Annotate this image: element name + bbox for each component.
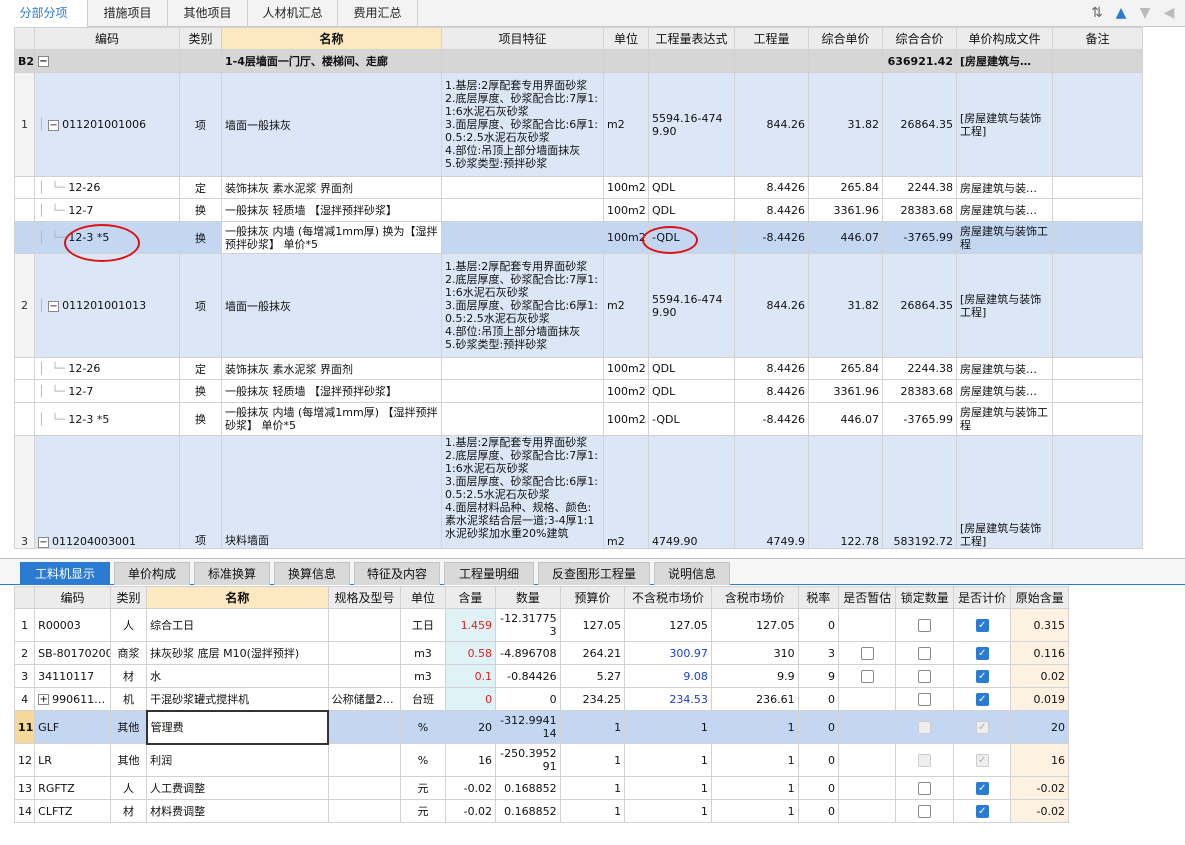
col-code[interactable]: 编码 <box>34 27 180 50</box>
tab-biaozhun[interactable]: 标准换算 <box>194 562 270 585</box>
fenbu-grid: 编码 类别 名称 项目特征 单位 工程量表达式 工程量 综合单价 综合合价 单价… <box>14 27 1143 549</box>
table-row[interactable]: 1 R00003 人 综合工日 工日 1.459 -12.317753 127.… <box>13 608 1069 642</box>
table-row[interactable]: 13 RGFTZ 人 人工费调整 元 -0.02 0.168852 1 1 1 … <box>13 776 1069 800</box>
tab-qita[interactable]: 其他项目 <box>168 0 248 27</box>
group-name: 1-4层墙面一门厅、楼梯间、走廊 <box>221 49 442 73</box>
tab-huansuan[interactable]: 换算信息 <box>274 562 350 585</box>
count-price-checkbox[interactable]: ✓ <box>975 781 989 795</box>
table-row[interactable]: 14 CLFTZ 材 材料费调整 元 -0.02 0.168852 1 1 1 … <box>13 799 1069 823</box>
lock-qty-checkbox[interactable] <box>918 669 932 683</box>
move-left-icon[interactable]: ◀ <box>1160 4 1178 22</box>
red-circle-annotation <box>642 226 698 254</box>
grid-header: 编码 类别 名称 规格及型号 单位 含量 数量 预算价 不含税市场价 含税市场价… <box>13 586 1069 609</box>
count-price-checkbox[interactable]: ✓ <box>975 669 989 683</box>
collapse-icon[interactable]: − <box>38 56 49 67</box>
grid-header: 编码 类别 名称 项目特征 单位 工程量表达式 工程量 综合单价 综合合价 单价… <box>14 27 1143 50</box>
count-price-checkbox[interactable]: ✓ <box>975 646 989 660</box>
provisional-checkbox[interactable] <box>860 669 874 683</box>
lock-qty-checkbox[interactable] <box>918 618 932 632</box>
col-total[interactable]: 综合合价 <box>882 27 957 50</box>
col-type[interactable]: 类别 <box>179 27 222 50</box>
col-remark[interactable]: 备注 <box>1052 27 1143 50</box>
table-row-selected[interactable]: │ └─ 12-3 *5 换 一般抹灰 内墙 (每增减1mm厚) 换为【湿拌预拌… <box>14 221 1143 254</box>
table-row[interactable]: 2 │ −011201001013 项 墙面一般抹灰 1.基层:2厚配套专用界面… <box>14 253 1143 358</box>
col-file[interactable]: 单价构成文件 <box>956 27 1053 50</box>
tab-fancha[interactable]: 反查图形工程量 <box>538 562 650 585</box>
tab-feiyong[interactable]: 费用汇总 <box>338 0 418 27</box>
tab-tezheng[interactable]: 特征及内容 <box>354 562 440 585</box>
tab-fenbu[interactable]: 分部分项 <box>0 0 88 27</box>
collapse-icon[interactable]: − <box>38 536 49 548</box>
col-name[interactable]: 名称 <box>221 27 442 50</box>
table-row[interactable]: │ └─ 12-3 *5 换 一般抹灰 内墙 (每增减1mm厚) 【湿拌预拌砂浆… <box>14 402 1143 436</box>
tab-gongchengliang[interactable]: 工程量明细 <box>444 562 534 585</box>
table-row[interactable]: │ └─ 12-26 定 装饰抹灰 素水泥浆 界面剂 100m2 QDL 8.4… <box>14 357 1143 380</box>
move-down-icon[interactable]: ▼ <box>1136 4 1154 22</box>
count-price-checkbox: ✓ <box>975 720 989 734</box>
detail-tab-bar: 工料机显示 单价构成 标准换算 换算信息 特征及内容 工程量明细 反查图形工程量… <box>0 558 1185 585</box>
table-row[interactable]: 3 −011204003001 项 块料墙面 1.基层:2厚配套专用界面砂浆 2… <box>14 435 1143 549</box>
table-row[interactable]: 2 SB-80170200 商浆 抹灰砂浆 底层 M10(湿拌预拌) m3 0.… <box>13 641 1069 665</box>
count-price-checkbox[interactable]: ✓ <box>975 618 989 632</box>
col-unit[interactable]: 单位 <box>603 27 649 50</box>
expand-icon[interactable]: + <box>38 694 50 705</box>
red-circle-annotation <box>64 224 140 262</box>
table-row[interactable]: │ └─ 12-26 定 装饰抹灰 素水泥浆 界面剂 100m2 QDL 8.4… <box>14 176 1143 199</box>
count-price-checkbox: ✓ <box>975 753 989 767</box>
tab-danjia[interactable]: 单价构成 <box>114 562 190 585</box>
table-row[interactable]: │ └─ 12-7 换 一般抹灰 轻质墙 【湿拌预拌砂浆】 100m2 QDL … <box>14 198 1143 222</box>
tab-rencaiji[interactable]: 人材机汇总 <box>248 0 338 27</box>
provisional-checkbox[interactable] <box>860 646 874 660</box>
count-price-checkbox[interactable]: ✓ <box>975 692 989 706</box>
gongliaoji-grid: 编码 类别 名称 规格及型号 单位 含量 数量 预算价 不含税市场价 含税市场价… <box>13 586 1069 823</box>
table-row-selected[interactable]: 11 GLF 其他 管理费 % 20 -312.994114 1 1 1 0 ✓… <box>13 709 1069 745</box>
tab-cuoshi[interactable]: 措施项目 <box>88 0 168 27</box>
lock-qty-checkbox[interactable] <box>918 692 932 706</box>
collapse-icon[interactable]: − <box>48 119 60 131</box>
table-row[interactable]: 12 LR 其他 利润 % 16 -250.395291 1 1 1 0 ✓ 1… <box>13 743 1069 777</box>
col-expr[interactable]: 工程量表达式 <box>648 27 735 50</box>
count-price-checkbox[interactable]: ✓ <box>975 804 989 818</box>
col-price[interactable]: 综合单价 <box>808 27 883 50</box>
table-row[interactable]: │ └─ 12-7 换 一般抹灰 轻质墙 【湿拌预拌砂浆】 100m2 QDL … <box>14 379 1143 403</box>
table-row[interactable]: 4 +990611… 机 干混砂浆罐式搅拌机 公称储量2… 台班 0 0 234… <box>13 687 1069 711</box>
col-feature[interactable]: 项目特征 <box>441 27 604 50</box>
lock-qty-checkbox[interactable] <box>918 804 932 818</box>
lock-qty-checkbox[interactable] <box>918 781 932 795</box>
group-total: 636921.42 <box>882 49 957 73</box>
tab-gongliaoji[interactable]: 工料机显示 <box>20 562 110 585</box>
col-qty[interactable]: 工程量 <box>734 27 809 50</box>
top-tab-bar: 分部分项 措施项目 其他项目 人材机汇总 费用汇总 ⇅ ▲ ▼ ◀ <box>0 0 1185 27</box>
tab-shuoming[interactable]: 说明信息 <box>654 562 730 585</box>
column-toggle-icon[interactable]: ⇅ <box>1088 4 1106 22</box>
table-row[interactable]: 3 34110117 材 水 m3 0.1 -0.84426 5.27 9.08… <box>13 664 1069 688</box>
lock-qty-checkbox[interactable] <box>918 646 932 660</box>
lock-qty-checkbox <box>918 753 932 767</box>
collapse-icon[interactable]: − <box>48 300 60 312</box>
lock-qty-checkbox <box>918 720 932 734</box>
table-row[interactable]: 1 │ −011201001006 项 墙面一般抹灰 1.基层:2厚配套专用界面… <box>14 72 1143 177</box>
move-up-icon[interactable]: ▲ <box>1112 4 1130 22</box>
group-file: [房屋建筑与… <box>956 49 1053 73</box>
group-row[interactable]: B2 − 1-4层墙面一门厅、楼梯间、走廊 636921.42 [房屋建筑与… <box>14 49 1143 73</box>
